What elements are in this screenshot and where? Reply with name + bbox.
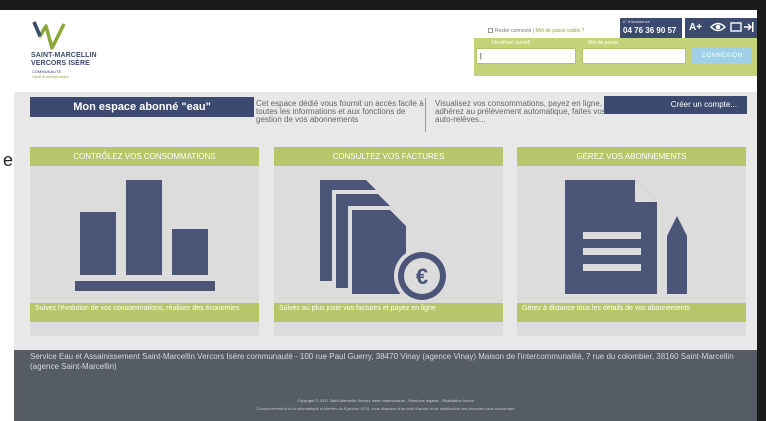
document-pencil-icon (565, 180, 687, 294)
forgot-password-link[interactable]: Mot de passe oublié ? (536, 28, 585, 34)
logo-name-line2: VERCORS ISÈRE (31, 60, 90, 67)
screen-toggle-icon[interactable] (730, 21, 754, 33)
card-subscriptions[interactable]: GÉREZ VOS ABONNEMENTS Gérez à distance t… (517, 147, 746, 336)
card-description: Gérez à distance tous les détails de vos… (517, 303, 746, 322)
footer-address: Service Eau et Assainissement Saint-Marc… (30, 352, 734, 371)
footer-copyright[interactable]: Copyright © 2017 Saint-Marcellin Vercors… (14, 398, 757, 403)
font-size-increase-button[interactable]: A+ (689, 22, 702, 33)
assistance-phone: n° d'assistance 04 76 36 90 57 (620, 18, 682, 38)
intro-divider (425, 98, 426, 132)
intro-text-left: Cet espace dédié vous fournit un accès f… (256, 99, 424, 124)
footer: Service Eau et Assainissement Saint-Marc… (14, 350, 757, 421)
card-description: Suivez au plus juste vos factures et pay… (274, 303, 503, 322)
frame-left-margin (0, 10, 14, 421)
logo-name-line1: SAINT-MARCELLIN (31, 52, 97, 59)
phone-label: n° d'assistance (623, 19, 650, 24)
bar-chart-icon (75, 180, 215, 291)
card-consumption[interactable]: CONTRÔLEZ VOS CONSOMMATIONS Suivez l'évo… (30, 147, 259, 336)
login-bar: Rester connecté | Mot de passe oublié ? … (450, 16, 757, 76)
page: SAINT-MARCELLIN VERCORS ISÈRE COMMUNAUTÉ… (14, 10, 757, 421)
browser-frame: e SAINT-MARCELLIN VERCORS ISÈRE COMMUNAU… (0, 0, 766, 421)
frame-top-border (0, 0, 766, 10)
remember-separator: | (532, 28, 535, 34)
remember-label[interactable]: Rester connecté (495, 28, 531, 34)
login-button[interactable]: CONNEXION (692, 48, 752, 64)
identifier-input[interactable] (476, 48, 576, 64)
password-label: Mot de passe (588, 40, 619, 46)
phone-number: 04 76 36 90 57 (623, 26, 677, 35)
identifier-label: Identifiant (email) (492, 40, 531, 46)
password-input[interactable] (582, 48, 686, 64)
intro-text-right: Visualisez vos consommations, payez en l… (435, 99, 606, 124)
card-description: Suivez l'évolution de vos consommations,… (30, 303, 259, 322)
logo-sub-line2: Vivre & entreprendre (32, 74, 69, 79)
logo-name: SAINT-MARCELLIN VERCORS ISÈRE (31, 52, 97, 68)
card-title[interactable]: CONSULTEZ VOS FACTURES (274, 147, 503, 166)
side-letter: e (3, 150, 14, 170)
remember-checkbox[interactable] (488, 28, 493, 34)
accessibility-tools: A+ (685, 18, 757, 38)
card-title[interactable]: CONTRÔLEZ VOS CONSOMMATIONS (30, 147, 259, 166)
page-title: Mon espace abonné "eau" (30, 97, 254, 117)
header: SAINT-MARCELLIN VERCORS ISÈRE COMMUNAUTÉ… (14, 10, 757, 92)
frame-right-border (757, 10, 766, 421)
svg-text:€: € (416, 264, 428, 289)
remember-row: Rester connecté | Mot de passe oublié ? (488, 28, 584, 34)
card-title[interactable]: GÉREZ VOS ABONNEMENTS (517, 147, 746, 166)
eye-icon[interactable] (710, 21, 726, 33)
create-account-button[interactable]: Créer un compte... (604, 96, 747, 114)
login-form: Identifiant (email) Mot de passe CONNEXI… (474, 38, 757, 76)
footer-legal-notice: Conformément à la loi informatique et li… (256, 406, 515, 411)
card-invoices[interactable]: CONSULTEZ VOS FACTURES € Suivez au plus … (274, 147, 503, 336)
invoice-euro-icon: € (320, 180, 450, 303)
